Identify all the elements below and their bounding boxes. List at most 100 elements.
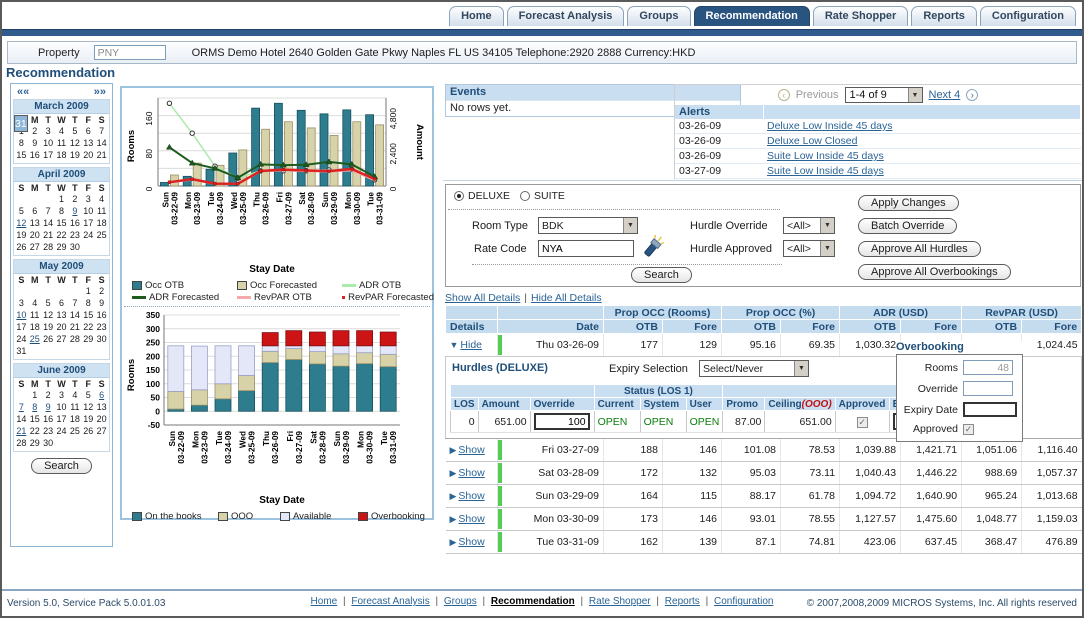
- calendar-day[interactable]: 1: [55, 193, 68, 205]
- calendar-day[interactable]: 11: [28, 309, 41, 321]
- alert-link[interactable]: Suite Low Inside 45 days: [767, 150, 884, 162]
- calendar-day[interactable]: 4: [68, 389, 81, 401]
- calendar-day[interactable]: 9: [28, 137, 41, 149]
- calendar-day[interactable]: 13: [28, 217, 41, 229]
- calendar-day[interactable]: 14: [68, 309, 81, 321]
- footer-link-forecast-analysis[interactable]: Forecast Analysis: [351, 596, 429, 607]
- approve-all-hurdles-button[interactable]: Approve All Hurdles: [858, 241, 981, 257]
- calendar-day[interactable]: 4: [28, 297, 41, 309]
- hurdle-override-input[interactable]: [534, 413, 590, 430]
- calendar-day[interactable]: 13: [55, 309, 68, 321]
- show-details-link[interactable]: Show: [458, 513, 484, 525]
- calendar-day[interactable]: 22: [55, 229, 68, 241]
- calendar-day[interactable]: 26: [41, 333, 54, 345]
- calendar-day[interactable]: 16: [95, 309, 108, 321]
- ob-rooms-input[interactable]: [963, 360, 1013, 375]
- calendar-day[interactable]: 7: [95, 125, 108, 137]
- calendar-day[interactable]: 31: [15, 345, 28, 357]
- calendar-day[interactable]: 11: [95, 205, 108, 217]
- prev-months-icon[interactable]: ««: [17, 86, 29, 98]
- calendar-day[interactable]: 23: [41, 425, 54, 437]
- calendar-day[interactable]: 27: [55, 333, 68, 345]
- calendar-day[interactable]: 19: [68, 149, 81, 161]
- show-all-details-link[interactable]: Show All Details: [445, 292, 520, 304]
- show-details-link[interactable]: Show: [458, 444, 484, 456]
- next-months-icon[interactable]: »»: [94, 86, 106, 98]
- footer-link-home[interactable]: Home: [311, 596, 338, 607]
- alert-link[interactable]: Suite Low Inside 45 days: [767, 165, 884, 177]
- tab-configuration[interactable]: Configuration: [980, 6, 1076, 26]
- room-type-select[interactable]: BDK ▼: [538, 217, 638, 234]
- footer-link-reports[interactable]: Reports: [665, 596, 700, 607]
- calendar-day[interactable]: 11: [55, 137, 68, 149]
- pager-previous-icon[interactable]: ‹: [778, 89, 790, 101]
- calendar-day[interactable]: 28: [41, 241, 54, 253]
- calendar-day[interactable]: 10: [15, 309, 28, 321]
- calendar-day[interactable]: 8: [55, 205, 68, 217]
- calendar-day[interactable]: 3: [55, 389, 68, 401]
- tab-rate-shopper[interactable]: Rate Shopper: [813, 6, 909, 26]
- calendar-day[interactable]: 9: [41, 401, 54, 413]
- calendar-day[interactable]: 15: [82, 309, 95, 321]
- calendar-day[interactable]: 6: [28, 205, 41, 217]
- calendar-day[interactable]: 21: [15, 425, 28, 437]
- calendar-day[interactable]: 12: [82, 401, 95, 413]
- calendar-day[interactable]: 15: [55, 217, 68, 229]
- calendar-day[interactable]: 10: [82, 205, 95, 217]
- footer-link-configuration[interactable]: Configuration: [714, 596, 773, 607]
- tab-home[interactable]: Home: [449, 6, 504, 26]
- calendar-day[interactable]: 2: [28, 125, 41, 137]
- pager-range-select[interactable]: 1-4 of 9 ▼: [845, 87, 923, 103]
- calendar-day[interactable]: 4: [95, 193, 108, 205]
- calendar-day[interactable]: 30: [41, 437, 54, 449]
- hurdle-approved-checkbox[interactable]: ✓: [857, 417, 868, 428]
- rate-code-input[interactable]: [538, 240, 634, 257]
- form-search-button[interactable]: Search: [631, 267, 692, 283]
- calendar-day[interactable]: 6: [82, 125, 95, 137]
- calendar-day[interactable]: 12: [15, 217, 28, 229]
- calendar-day[interactable]: 21: [41, 229, 54, 241]
- show-details-link[interactable]: Show: [458, 490, 484, 502]
- batch-override-button[interactable]: Batch Override: [858, 218, 957, 234]
- calendar-day[interactable]: 26: [82, 425, 95, 437]
- calendar-day[interactable]: 8: [15, 137, 28, 149]
- calendar-day[interactable]: 28: [68, 333, 81, 345]
- calendar-day[interactable]: 13: [82, 137, 95, 149]
- calendar-day[interactable]: 29: [82, 333, 95, 345]
- hurdle-approved-select[interactable]: <All> ▼: [783, 240, 835, 257]
- calendar-day[interactable]: 13: [95, 401, 108, 413]
- apply-changes-button[interactable]: Apply Changes: [858, 195, 959, 211]
- calendar-day[interactable]: 20: [82, 149, 95, 161]
- calendar-day[interactable]: 3: [41, 125, 54, 137]
- calendar-day[interactable]: 5: [68, 125, 81, 137]
- calendar-day[interactable]: 12: [41, 309, 54, 321]
- calendar-day[interactable]: 24: [55, 425, 68, 437]
- calendar-day[interactable]: 6: [55, 297, 68, 309]
- calendar-day[interactable]: 19: [82, 413, 95, 425]
- calendar-day[interactable]: 16: [41, 413, 54, 425]
- calendar-day[interactable]: 17: [55, 413, 68, 425]
- property-input[interactable]: [94, 45, 166, 60]
- calendar-day[interactable]: 9: [68, 205, 81, 217]
- calendar-day[interactable]: 20: [28, 229, 41, 241]
- calendar-day[interactable]: 10: [55, 401, 68, 413]
- calendar-day[interactable]: 19: [41, 321, 54, 333]
- calendar-day[interactable]: 18: [95, 217, 108, 229]
- calendar-day[interactable]: 30: [68, 241, 81, 253]
- alert-link[interactable]: Deluxe Low Inside 45 days: [767, 120, 893, 132]
- calendar-day[interactable]: 17: [82, 217, 95, 229]
- tab-forecast-analysis[interactable]: Forecast Analysis: [507, 6, 625, 26]
- calendar-day[interactable]: 25: [95, 229, 108, 241]
- calendar-day[interactable]: 7: [41, 205, 54, 217]
- calendar-day[interactable]: 14: [95, 137, 108, 149]
- calendar-day[interactable]: 14: [41, 217, 54, 229]
- calendar-day[interactable]: 5: [41, 297, 54, 309]
- calendar-day[interactable]: 28: [15, 437, 28, 449]
- hurdle-override-select[interactable]: <All> ▼: [783, 217, 835, 234]
- calendar-day[interactable]: 26: [15, 241, 28, 253]
- calendar-day[interactable]: 3: [82, 193, 95, 205]
- calendar-day[interactable]: 4: [55, 125, 68, 137]
- calendar-search-button[interactable]: Search: [31, 458, 92, 474]
- calendar-day[interactable]: 2: [95, 285, 108, 297]
- calendar-day[interactable]: 25: [28, 333, 41, 345]
